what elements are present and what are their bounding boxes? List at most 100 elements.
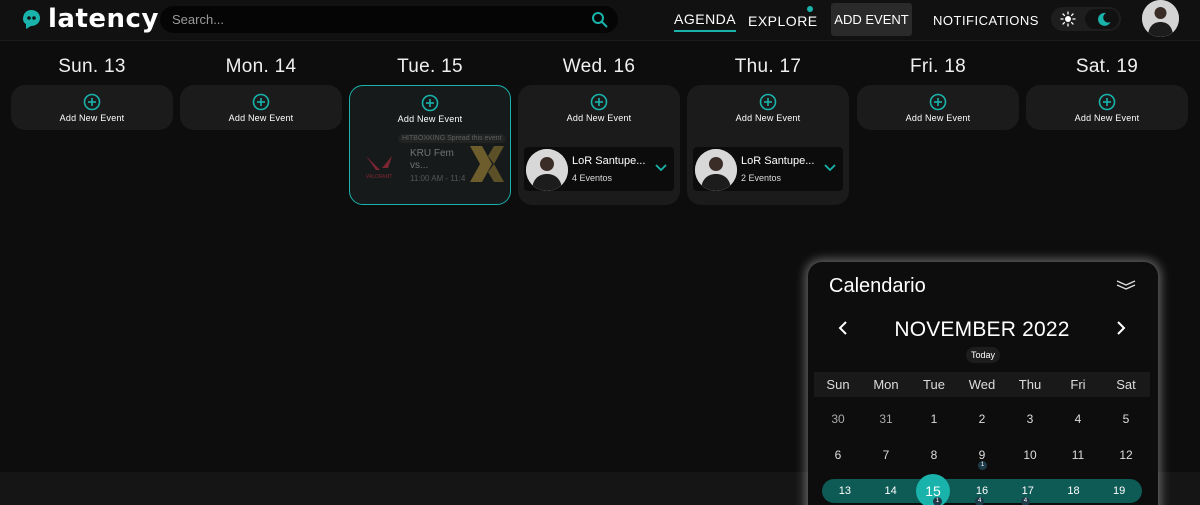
day-number: 9 bbox=[978, 448, 986, 462]
day-column-thu: Thu. 17 Add New Event LoR Santupe... 2 E… bbox=[687, 41, 849, 205]
add-new-event-label: Add New Event bbox=[228, 113, 294, 123]
calendar-widget: Calendario NOVEMBER 2022 Today Sun Mon T… bbox=[808, 262, 1158, 505]
notification-dot bbox=[807, 6, 813, 12]
calendar-day[interactable]: 7 bbox=[862, 443, 910, 467]
search-bar bbox=[160, 6, 618, 33]
streamer-avatar-image bbox=[695, 149, 737, 191]
day-column-tue: Tue. 15 Add New Event HITBOXKING Spread … bbox=[349, 41, 511, 205]
calendar-day[interactable]: 6 bbox=[814, 443, 862, 467]
plus-circle-icon bbox=[759, 93, 777, 111]
calendar-month: NOVEMBER 2022 bbox=[894, 318, 1070, 341]
calendar-day[interactable]: 17 4 bbox=[1005, 479, 1051, 505]
calendar-day[interactable]: 31 bbox=[862, 407, 910, 431]
nav-explore-label: EXPLORE bbox=[748, 12, 818, 29]
sun-icon bbox=[1060, 11, 1076, 27]
calendar-day-selected[interactable]: 15 1 bbox=[916, 474, 950, 505]
calendar-day[interactable]: 16 4 bbox=[959, 479, 1005, 505]
weekday-label: Thu bbox=[1018, 377, 1042, 392]
calendar-day[interactable]: 11 bbox=[1054, 443, 1102, 467]
calendar-day[interactable]: 8 bbox=[910, 443, 958, 467]
calendar-day[interactable]: 18 bbox=[1051, 479, 1097, 503]
day-card-today: Add New Event HITBOXKING Spread this eve… bbox=[349, 85, 511, 205]
weekday-label: Fri bbox=[1070, 377, 1086, 392]
weekday-label: Wed bbox=[968, 377, 996, 392]
calendar-day[interactable]: 4 bbox=[1054, 407, 1102, 431]
day-card: Add New Event LoR Santupe... 4 Eventos bbox=[518, 85, 680, 205]
calendar-day[interactable]: 12 bbox=[1102, 443, 1150, 467]
calendar-day[interactable]: 19 bbox=[1096, 479, 1142, 503]
add-new-event-label: Add New Event bbox=[59, 113, 125, 123]
weekday-label: Sun bbox=[826, 377, 850, 392]
calendar-day[interactable]: 3 bbox=[1006, 407, 1054, 431]
top-bar: latency AGENDA EXPLORE ADD EVENT NOTIFIC… bbox=[0, 0, 1200, 41]
streamer-avatar bbox=[526, 149, 568, 191]
add-new-event-label: Add New Event bbox=[905, 113, 971, 123]
weekday-label: Sat bbox=[1116, 377, 1136, 392]
brand-name: latency bbox=[48, 4, 159, 34]
game-label: VALORANT bbox=[366, 174, 393, 180]
event-group-title: LoR Santupe... bbox=[572, 155, 646, 167]
day-card: Add New Event bbox=[180, 85, 342, 130]
event-count-badge: 1 bbox=[933, 497, 942, 505]
event-title: KRU Fem vs... bbox=[410, 148, 454, 172]
collapse-icon[interactable] bbox=[1116, 279, 1136, 293]
event-title-line2: vs... bbox=[410, 160, 429, 171]
day-number: 16 bbox=[975, 485, 989, 497]
add-new-event-button[interactable]: Add New Event bbox=[687, 93, 849, 123]
day-card: Add New Event bbox=[11, 85, 173, 130]
weekday-label: Tue bbox=[923, 377, 945, 392]
chevron-down-icon[interactable] bbox=[823, 161, 837, 175]
calendar-day[interactable]: 1 bbox=[910, 407, 958, 431]
calendar-day[interactable]: 30 bbox=[814, 407, 862, 431]
day-card: Add New Event LoR Santupe... 2 Eventos bbox=[687, 85, 849, 205]
event-group-item[interactable]: LoR Santupe... 4 Eventos bbox=[524, 147, 674, 191]
weekday-label: Mon bbox=[873, 377, 899, 392]
nav-agenda-label: AGENDA bbox=[674, 9, 737, 32]
event-count-badge: 4 bbox=[1020, 497, 1030, 505]
calendar-day[interactable]: 10 bbox=[1006, 443, 1054, 467]
add-new-event-button[interactable]: Add New Event bbox=[350, 94, 510, 124]
event-group-item[interactable]: LoR Santupe... 2 Eventos bbox=[693, 147, 843, 191]
calendar-day[interactable]: 91 bbox=[958, 443, 1006, 470]
add-new-event-label: Add New Event bbox=[397, 114, 463, 124]
nav-notifications[interactable]: NOTIFICATIONS bbox=[933, 0, 1039, 41]
user-avatar[interactable] bbox=[1142, 0, 1179, 37]
today-button[interactable]: Today bbox=[966, 347, 1000, 363]
calendar-day[interactable]: 5 bbox=[1102, 407, 1150, 431]
add-new-event-button[interactable]: Add New Event bbox=[180, 93, 342, 123]
calendar-day[interactable]: 13 bbox=[822, 479, 868, 503]
event-group-title: LoR Santupe... bbox=[741, 155, 815, 167]
day-card: Add New Event bbox=[1026, 85, 1188, 130]
latency-logo-icon bbox=[23, 10, 40, 29]
search-input[interactable] bbox=[172, 10, 572, 29]
theme-toggle[interactable] bbox=[1051, 7, 1121, 31]
valorant-logo-icon: VALORANT bbox=[366, 156, 393, 180]
nav-agenda[interactable]: AGENDA bbox=[674, 0, 737, 41]
day-column-wed: Wed. 16 Add New Event LoR Santupe... 4 E… bbox=[518, 41, 680, 205]
add-new-event-button[interactable]: Add New Event bbox=[518, 93, 680, 123]
calendar-day[interactable]: 14 bbox=[868, 479, 914, 503]
add-event-button[interactable]: ADD EVENT bbox=[831, 3, 912, 36]
day-card: Add New Event bbox=[857, 85, 1019, 130]
add-new-event-button[interactable]: Add New Event bbox=[1026, 93, 1188, 123]
moon-icon bbox=[1098, 12, 1111, 26]
chevron-right-icon[interactable] bbox=[1114, 320, 1128, 336]
add-new-event-button[interactable]: Add New Event bbox=[11, 93, 173, 123]
event-count: 4 Eventos bbox=[572, 173, 613, 183]
user-avatar-image bbox=[1142, 0, 1179, 37]
event-tag: HITBOXKING Spread this event bbox=[398, 134, 506, 143]
event-title-line1: KRU Fem bbox=[410, 148, 454, 159]
streamer-avatar-image bbox=[526, 149, 568, 191]
calendar-title: Calendario bbox=[829, 275, 926, 297]
nav-explore[interactable]: EXPLORE bbox=[748, 0, 818, 41]
plus-circle-icon bbox=[83, 93, 101, 111]
plus-circle-icon bbox=[590, 93, 608, 111]
event-time: 11:00 AM - 11:4 bbox=[410, 174, 466, 183]
plus-circle-icon bbox=[421, 94, 439, 112]
chevron-down-icon[interactable] bbox=[654, 161, 668, 175]
calendar-day[interactable]: 2 bbox=[958, 407, 1006, 431]
add-new-event-button[interactable]: Add New Event bbox=[857, 93, 1019, 123]
search-icon[interactable] bbox=[591, 11, 608, 28]
add-new-event-label: Add New Event bbox=[1074, 113, 1140, 123]
logo[interactable]: latency bbox=[20, 4, 159, 34]
